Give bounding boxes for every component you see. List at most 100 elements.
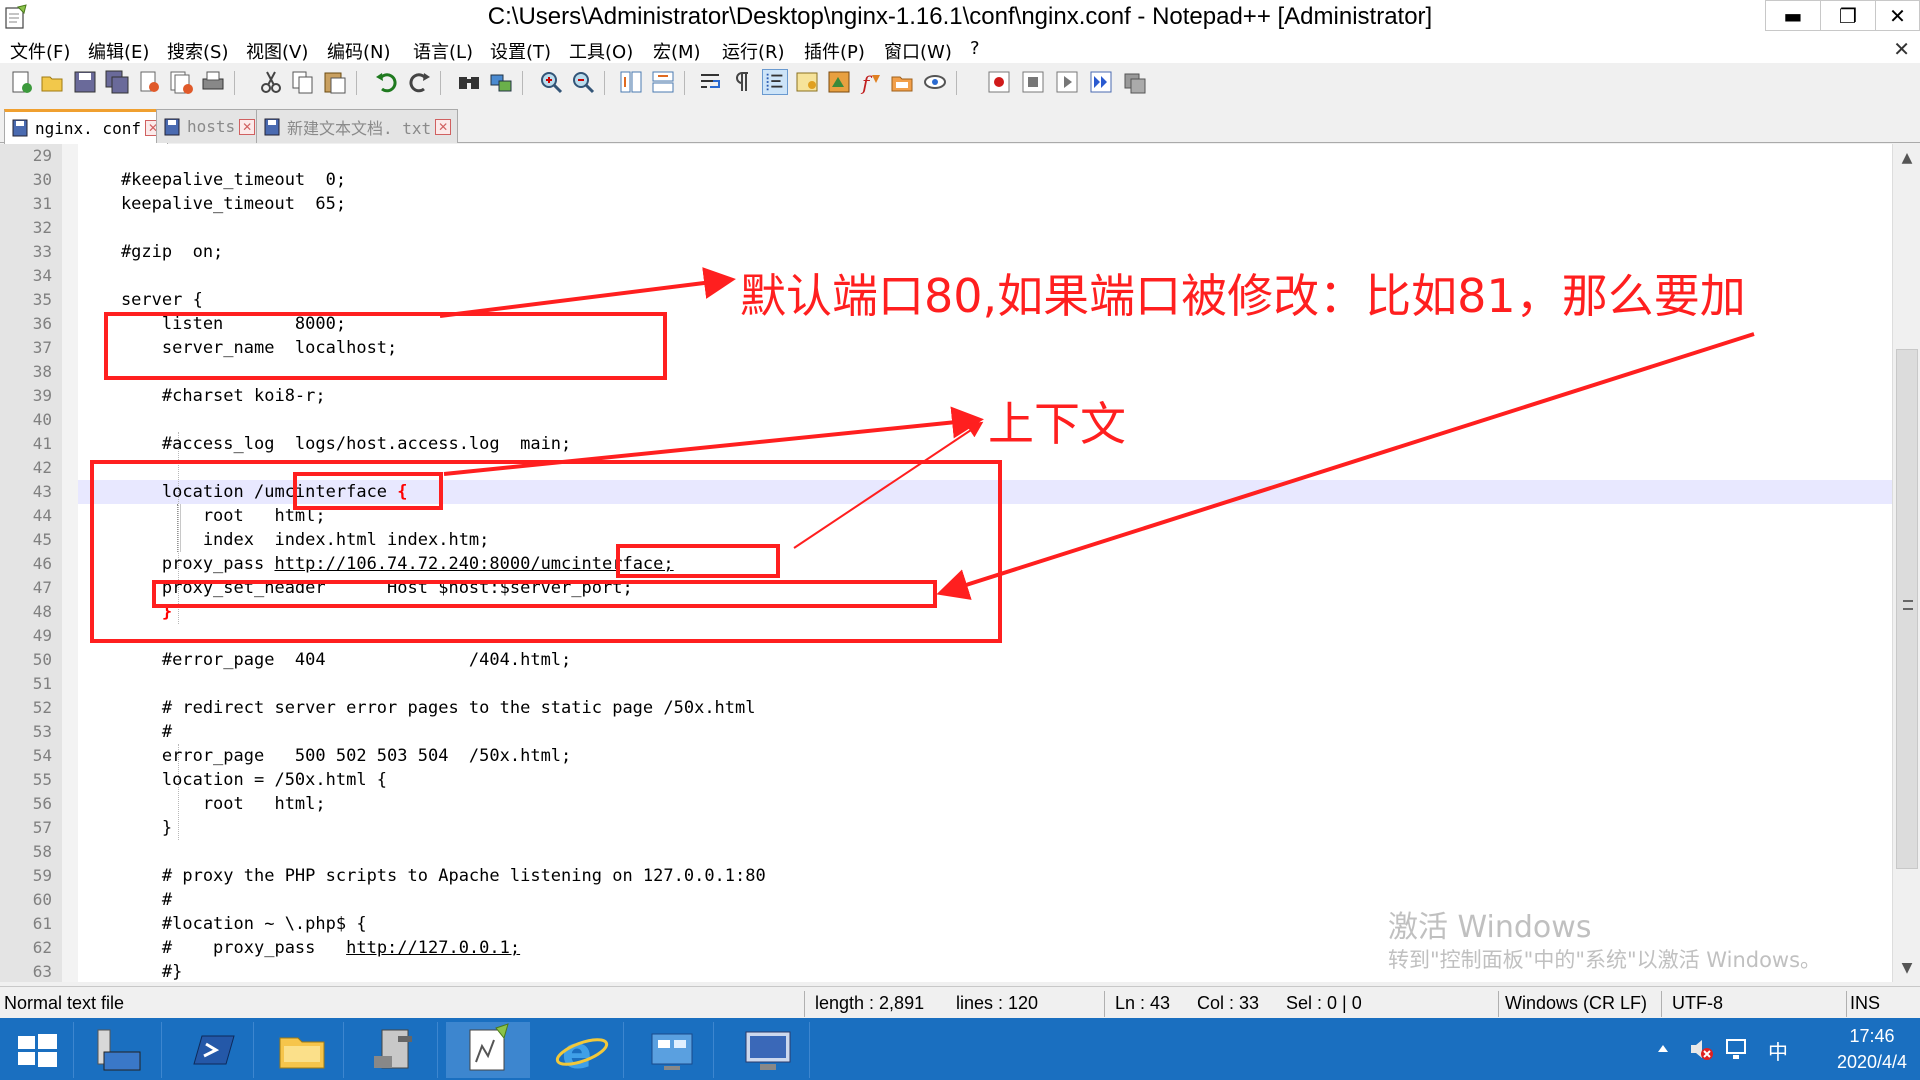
- taskbar-internet-explorer[interactable]: e: [540, 1022, 624, 1079]
- menu-file[interactable]: 文件(F): [10, 38, 70, 64]
- open-file-icon[interactable]: [40, 69, 66, 95]
- redo-icon[interactable]: [406, 69, 432, 95]
- menu-language[interactable]: 语言(L): [413, 38, 473, 64]
- code-line[interactable]: 51: [0, 672, 1892, 696]
- doc-map-icon[interactable]: [826, 69, 852, 95]
- code-line[interactable]: 32: [0, 216, 1892, 240]
- taskbar-server-manager[interactable]: [78, 1022, 162, 1078]
- replace-icon[interactable]: [488, 69, 514, 95]
- print-icon[interactable]: [200, 69, 226, 95]
- minimize-button[interactable]: ▬: [1765, 0, 1821, 31]
- zoom-in-icon[interactable]: [538, 69, 564, 95]
- menu-search[interactable]: 搜索(S): [167, 38, 228, 64]
- clock-date[interactable]: 2020/4/4: [1830, 1052, 1914, 1073]
- zoom-out-icon[interactable]: [570, 69, 596, 95]
- code-line[interactable]: 56 root html;: [0, 792, 1892, 816]
- scroll-down-icon[interactable]: ▼: [1893, 956, 1920, 980]
- start-button[interactable]: [0, 1022, 74, 1078]
- folder-workspace-icon[interactable]: [890, 69, 916, 95]
- tab-hosts[interactable]: hosts ✕: [156, 109, 263, 143]
- find-icon[interactable]: [456, 69, 482, 95]
- code-line[interactable]: 53 #: [0, 720, 1892, 744]
- save-icon[interactable]: [72, 69, 98, 95]
- sync-horizontal-icon[interactable]: [650, 69, 676, 95]
- network-icon[interactable]: [1724, 1036, 1750, 1062]
- ime-indicator[interactable]: 中: [1768, 1036, 1788, 1065]
- volume-muted-icon[interactable]: [1688, 1036, 1714, 1062]
- menu-settings[interactable]: 设置(T): [490, 38, 551, 64]
- scroll-up-icon[interactable]: ▲: [1893, 146, 1920, 170]
- code-line[interactable]: 30 #keepalive_timeout 0;: [0, 168, 1892, 192]
- tab-new-text-document[interactable]: 新建文本文档. txt ✕: [256, 109, 459, 143]
- tray-overflow-icon[interactable]: [1656, 1042, 1670, 1054]
- status-encoding[interactable]: UTF-8: [1672, 993, 1723, 1014]
- code-line[interactable]: 40: [0, 408, 1892, 432]
- tab-nginx-conf[interactable]: nginx. conf ✕: [4, 109, 168, 144]
- save-all-icon[interactable]: [104, 69, 130, 95]
- show-all-chars-icon[interactable]: [730, 69, 756, 95]
- paste-icon[interactable]: [322, 69, 348, 95]
- code-line[interactable]: 50 #error_page 404 /404.html;: [0, 648, 1892, 672]
- menu-run[interactable]: 运行(R): [722, 38, 785, 64]
- taskbar-notepadpp[interactable]: [446, 1022, 530, 1078]
- scroll-thumb[interactable]: [1896, 349, 1918, 869]
- menu-edit[interactable]: 编辑(E): [88, 38, 149, 64]
- line-number: 49: [32, 626, 52, 645]
- word-wrap-icon[interactable]: [698, 69, 724, 95]
- sync-vertical-icon[interactable]: [618, 69, 644, 95]
- undo-icon[interactable]: [374, 69, 400, 95]
- code-line[interactable]: 55 location = /50x.html {: [0, 768, 1892, 792]
- cut-icon[interactable]: [258, 69, 284, 95]
- new-file-icon[interactable]: [8, 69, 34, 95]
- monitoring-icon[interactable]: [922, 69, 948, 95]
- indent-guide-icon[interactable]: [762, 69, 788, 95]
- clock-time[interactable]: 17:46: [1830, 1026, 1914, 1047]
- code-line[interactable]: 58: [0, 840, 1892, 864]
- taskbar-server-tools[interactable]: [354, 1022, 438, 1078]
- tab-close-icon[interactable]: ✕: [435, 118, 452, 135]
- save-macro-icon[interactable]: [1122, 69, 1148, 95]
- menu-help[interactable]: ?: [970, 38, 980, 59]
- toolbar-separator: [604, 71, 605, 95]
- code-line[interactable]: 41 #access_log logs/host.access.log main…: [0, 432, 1892, 456]
- maximize-button[interactable]: ❐: [1820, 0, 1876, 31]
- menu-encoding[interactable]: 编码(N): [327, 38, 391, 64]
- menu-tools[interactable]: 工具(O): [569, 38, 633, 64]
- taskbar-powershell[interactable]: [170, 1022, 254, 1078]
- taskbar-remote-desktop[interactable]: [726, 1022, 810, 1078]
- status-eol[interactable]: Windows (CR LF): [1505, 993, 1647, 1014]
- record-macro-icon[interactable]: [986, 69, 1012, 95]
- menu-plugins[interactable]: 插件(P): [804, 38, 865, 64]
- menu-window[interactable]: 窗口(W): [884, 38, 952, 64]
- code-url[interactable]: http://127.0.0.1;: [346, 938, 520, 958]
- code-line[interactable]: 31 keepalive_timeout 65;: [0, 192, 1892, 216]
- udl-icon[interactable]: [794, 69, 820, 95]
- code-line[interactable]: 52 # redirect server error pages to the …: [0, 696, 1892, 720]
- code-line[interactable]: 54 error_page 500 502 503 504 /50x.html;: [0, 744, 1892, 768]
- close-document-icon[interactable]: ✕: [1893, 37, 1910, 61]
- close-all-icon[interactable]: [168, 69, 194, 95]
- stop-macro-icon[interactable]: [1020, 69, 1046, 95]
- run-macro-multiple-icon[interactable]: [1088, 69, 1114, 95]
- status-insert-mode[interactable]: INS: [1850, 993, 1880, 1014]
- function-list-icon[interactable]: f: [858, 69, 884, 95]
- taskbar-file-explorer[interactable]: [260, 1022, 344, 1078]
- code-line[interactable]: 60 #: [0, 888, 1892, 912]
- close-window-button[interactable]: ✕: [1875, 0, 1920, 31]
- vertical-scrollbar[interactable]: ▲ ▼: [1892, 144, 1920, 982]
- code-line[interactable]: 61 #location ~ \.php$ {: [0, 912, 1892, 936]
- code-line[interactable]: 29: [0, 144, 1892, 168]
- tab-close-icon[interactable]: ✕: [239, 118, 256, 135]
- code-line[interactable]: 39 #charset koi8-r;: [0, 384, 1892, 408]
- play-macro-icon[interactable]: [1054, 69, 1080, 95]
- line-number: 60: [32, 890, 52, 909]
- copy-icon[interactable]: [290, 69, 316, 95]
- window-title: C:\Users\Administrator\Desktop\nginx-1.1…: [487, 3, 1433, 30]
- close-icon[interactable]: [136, 69, 162, 95]
- menu-macro[interactable]: 宏(M): [653, 38, 701, 64]
- taskbar-control-panel[interactable]: [630, 1022, 714, 1078]
- annotation-box-listen: [104, 312, 667, 380]
- code-line[interactable]: 59 # proxy the PHP scripts to Apache lis…: [0, 864, 1892, 888]
- code-line[interactable]: 57 }: [0, 816, 1892, 840]
- menu-view[interactable]: 视图(V): [246, 38, 308, 64]
